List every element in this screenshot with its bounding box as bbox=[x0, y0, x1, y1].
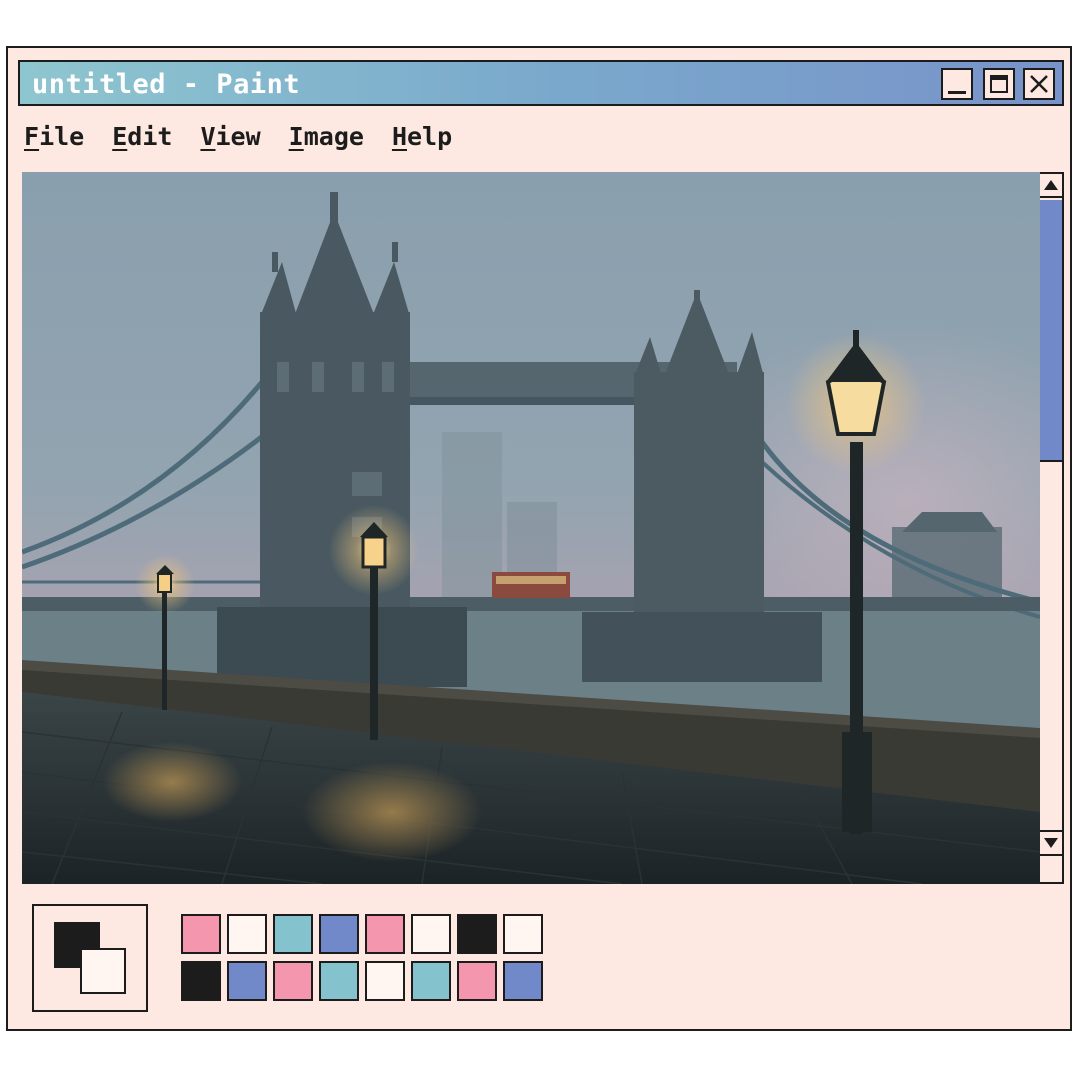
menu-help[interactable]: Help bbox=[392, 122, 452, 158]
scroll-down-button[interactable] bbox=[1040, 830, 1062, 856]
palette-swatch[interactable] bbox=[411, 914, 451, 954]
palette-swatch[interactable] bbox=[227, 914, 267, 954]
menu-view[interactable]: View bbox=[200, 122, 260, 158]
palette-swatch[interactable] bbox=[319, 961, 359, 1001]
scroll-up-button[interactable] bbox=[1040, 174, 1062, 198]
menu-image[interactable]: Image bbox=[289, 122, 364, 158]
arrow-down-icon bbox=[1044, 838, 1058, 848]
palette-swatch[interactable] bbox=[365, 914, 405, 954]
palette-swatch[interactable] bbox=[273, 914, 313, 954]
window-title: untitled - Paint bbox=[32, 69, 301, 100]
palette-swatch[interactable] bbox=[457, 914, 497, 954]
color-palette bbox=[181, 914, 543, 1001]
palette-swatch[interactable] bbox=[503, 914, 543, 954]
palette-swatch[interactable] bbox=[319, 914, 359, 954]
palette-swatch[interactable] bbox=[457, 961, 497, 1001]
arrow-up-icon bbox=[1044, 180, 1058, 190]
canvas-image bbox=[22, 172, 1040, 884]
menu-edit[interactable]: Edit bbox=[112, 122, 172, 158]
palette-swatch[interactable] bbox=[181, 961, 221, 1001]
current-colors bbox=[32, 904, 148, 1012]
vertical-scrollbar[interactable] bbox=[1040, 172, 1064, 884]
title-bar[interactable]: untitled - Paint bbox=[18, 60, 1064, 106]
paint-window: untitled - Paint File Edit View Image He… bbox=[6, 46, 1072, 1031]
background-color[interactable] bbox=[80, 948, 126, 994]
minimize-button[interactable] bbox=[941, 68, 973, 100]
menu-bar: File Edit View Image Help bbox=[24, 122, 452, 158]
palette-swatch[interactable] bbox=[227, 961, 267, 1001]
palette-swatch[interactable] bbox=[181, 914, 221, 954]
close-icon bbox=[1030, 75, 1048, 93]
palette-swatch[interactable] bbox=[365, 961, 405, 1001]
drawing-canvas[interactable] bbox=[22, 172, 1040, 884]
palette-swatch[interactable] bbox=[273, 961, 313, 1001]
scroll-thumb[interactable] bbox=[1040, 200, 1062, 462]
palette-swatch[interactable] bbox=[411, 961, 451, 1001]
maximize-button[interactable] bbox=[983, 68, 1015, 100]
menu-file[interactable]: File bbox=[24, 122, 84, 158]
close-button[interactable] bbox=[1023, 68, 1055, 100]
palette-swatch[interactable] bbox=[503, 961, 543, 1001]
